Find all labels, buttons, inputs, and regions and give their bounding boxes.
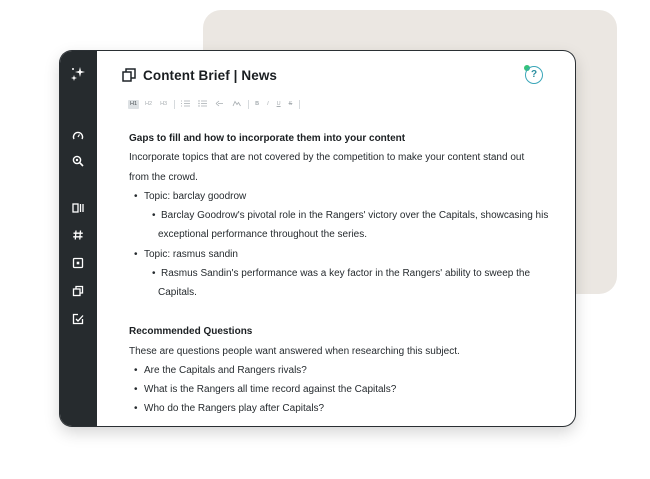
sidebar xyxy=(60,51,97,426)
columns-icon[interactable] xyxy=(70,200,86,216)
help-button[interactable]: ? xyxy=(525,66,543,84)
copy-icon[interactable] xyxy=(70,283,86,299)
paragraph: These are questions people want answered… xyxy=(129,345,460,357)
image-icon[interactable] xyxy=(230,100,243,109)
italic-button[interactable]: I xyxy=(265,100,271,109)
list-item-detail-continued: exceptional performance throughout the s… xyxy=(158,229,368,241)
section-heading-questions: Recommended Questions xyxy=(129,326,253,338)
toolbar-divider xyxy=(248,99,250,109)
toolbar-divider xyxy=(299,99,301,109)
square-dot-icon[interactable] xyxy=(70,255,86,271)
list-item-question: Who do the Rangers play after Capitals? xyxy=(129,399,565,419)
formatting-toolbar: H1 H2 H3 B I U S xyxy=(128,98,304,110)
editor-panel: Content Brief | News ? H1 H2 H3 B I U S … xyxy=(97,51,575,426)
hash-icon[interactable] xyxy=(70,227,86,243)
list-item-detail: Rasmus Sandin's performance was a key fa… xyxy=(129,264,565,284)
list-item-topic: Topic: barclay goodrow xyxy=(129,187,565,207)
toolbar-divider xyxy=(174,99,176,109)
gauge-icon[interactable] xyxy=(70,128,86,144)
page-title: Content Brief | News xyxy=(143,67,278,83)
header: Content Brief | News xyxy=(122,65,277,85)
bullet-list-icon[interactable] xyxy=(196,99,209,109)
ordered-list-icon[interactable] xyxy=(179,100,192,109)
edit-check-icon[interactable] xyxy=(70,311,86,327)
brief-content[interactable]: Gaps to fill and how to incorporate them… xyxy=(129,129,565,419)
sparkles-icon[interactable] xyxy=(70,66,86,82)
strikethrough-button[interactable]: S xyxy=(287,100,295,109)
link-icon[interactable] xyxy=(213,100,226,109)
paragraph: Incorporate topics that are not covered … xyxy=(129,152,525,164)
search-icon[interactable] xyxy=(70,153,86,169)
list-item-topic: Topic: rasmus sandin xyxy=(129,245,565,265)
paragraph: from the crowd. xyxy=(129,171,198,183)
document-icon xyxy=(122,68,136,82)
list-item-question: What is the Rangers all time record agai… xyxy=(129,380,565,400)
list-item-detail-continued: Capitals. xyxy=(158,287,197,299)
heading2-button[interactable]: H2 xyxy=(143,100,154,109)
list-item-detail: Barclay Goodrow's pivotal role in the Ra… xyxy=(129,206,565,226)
bold-button[interactable]: B xyxy=(253,100,261,109)
heading3-button[interactable]: H3 xyxy=(158,100,169,109)
heading1-button[interactable]: H1 xyxy=(128,99,140,109)
content-brief-window: Content Brief | News ? H1 H2 H3 B I U S … xyxy=(60,51,575,426)
underline-button[interactable]: U xyxy=(275,100,283,109)
list-item-question: Are the Capitals and Rangers rivals? xyxy=(129,361,565,381)
section-heading-gaps: Gaps to fill and how to incorporate them… xyxy=(129,133,406,144)
